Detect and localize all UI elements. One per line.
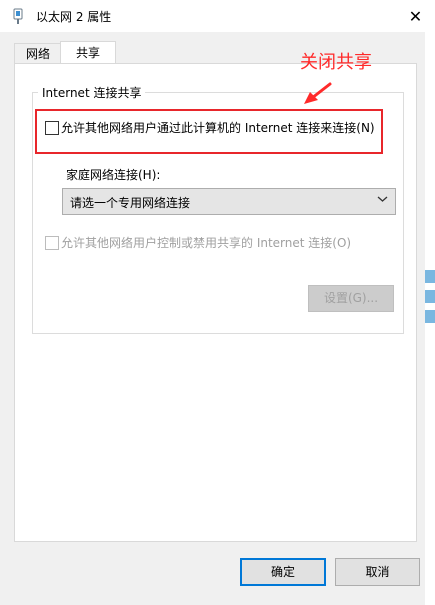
home-network-select[interactable]: 请选一个专用网络连接 (62, 188, 396, 215)
annotation-arrow-icon (298, 78, 338, 108)
tab-sharing[interactable]: 共享 (60, 41, 116, 64)
close-icon: ✕ (408, 6, 423, 26)
annotation-highlight-box (35, 109, 383, 154)
allow-control-label[interactable]: 允许其他网络用户控制或禁用共享的 Internet 连接(O) (61, 234, 351, 251)
allow-control-checkbox[interactable] (45, 236, 59, 250)
chevron-down-icon (377, 195, 388, 206)
annotation-text: 关闭共享 (300, 52, 372, 73)
ok-button[interactable]: 确定 (240, 558, 326, 586)
tab-sharing-label: 共享 (75, 46, 100, 60)
settings-button[interactable]: 设置(G)... (308, 285, 394, 312)
network-adapter-icon (11, 8, 25, 24)
background-window-mark (425, 270, 435, 283)
background-window-mark (425, 310, 435, 323)
home-network-select-value: 请选一个专用网络连接 (70, 196, 191, 210)
ics-group-title: Internet 连接共享 (38, 84, 146, 101)
cancel-button[interactable]: 取消 (335, 558, 420, 586)
tab-network-label: 网络 (25, 47, 50, 61)
window-title: 以太网 2 属性 (36, 10, 112, 24)
background-window-mark (425, 290, 435, 303)
tab-network[interactable]: 网络 (14, 43, 62, 64)
home-network-label: 家庭网络连接(H): (66, 168, 161, 182)
